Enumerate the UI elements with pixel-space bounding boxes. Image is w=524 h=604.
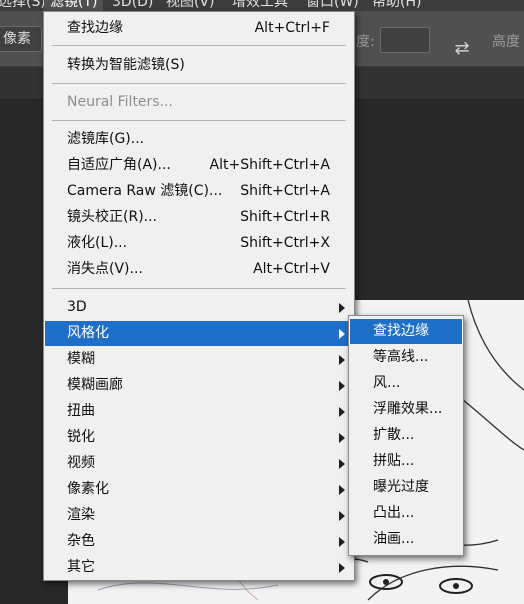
convert-smart-filter-label: 转换为智能滤镜(S) bbox=[67, 57, 185, 73]
submenu-video[interactable]: 视频 bbox=[45, 451, 353, 476]
menu-help[interactable]: 帮助(H) bbox=[366, 0, 427, 11]
stylize-find-edges[interactable]: 查找边缘 bbox=[350, 319, 462, 344]
stylize-contour-label: 等高线... bbox=[373, 349, 429, 365]
stylize-tiles[interactable]: 拼贴... bbox=[350, 449, 462, 474]
liquify-item[interactable]: 液化(L)... Shift+Ctrl+X bbox=[67, 231, 330, 256]
convert-smart-filter-item[interactable]: 转换为智能滤镜(S) bbox=[67, 53, 330, 78]
submenu-blur-gallery-label: 模糊画廊 bbox=[67, 377, 123, 393]
submenu-pixelate[interactable]: 像素化 bbox=[45, 477, 353, 502]
chevron-right-icon bbox=[339, 303, 345, 313]
menu-filter[interactable]: 滤镜(T) bbox=[44, 0, 104, 11]
filter-gallery-item[interactable]: 滤镜库(G)... bbox=[67, 127, 330, 152]
vanishing-point-item[interactable]: 消失点(V)... Alt+Ctrl+V bbox=[67, 257, 330, 282]
stylize-extrude-label: 凸出... bbox=[373, 505, 415, 521]
vanishing-point-label: 消失点(V)... bbox=[67, 261, 143, 277]
adaptive-wide-angle-item[interactable]: 自适应广角(A)... Alt+Shift+Ctrl+A bbox=[67, 153, 330, 178]
camera-raw-item[interactable]: Camera Raw 滤镜(C)... Shift+Ctrl+A bbox=[67, 179, 330, 204]
submenu-stylize-label: 风格化 bbox=[67, 325, 109, 341]
chevron-right-icon bbox=[339, 563, 345, 573]
submenu-3d[interactable]: 3D bbox=[45, 295, 353, 320]
submenu-stylize[interactable]: 风格化 bbox=[45, 321, 353, 346]
last-filter-shortcut: Alt+Ctrl+F bbox=[254, 20, 330, 36]
height-label: 高度 bbox=[492, 34, 520, 50]
submenu-sharpen[interactable]: 锐化 bbox=[45, 425, 353, 450]
menu-view[interactable]: 视图(V) bbox=[160, 0, 221, 11]
stylize-diffuse-label: 扩散... bbox=[373, 427, 415, 443]
lens-correction-item[interactable]: 镜头校正(R)... Shift+Ctrl+R bbox=[67, 205, 330, 230]
neural-filters-item: Neural Filters... bbox=[67, 90, 330, 115]
submenu-noise-label: 杂色 bbox=[67, 533, 95, 549]
submenu-other[interactable]: 其它 bbox=[45, 555, 353, 580]
stylize-submenu: 查找边缘 等高线... 风... 浮雕效果... 扩散... 拼贴... 曝光过… bbox=[348, 315, 464, 556]
menu-bar: 选择(S) 滤镜(T) 3D(D) 视图(V) 增效工具 窗口(W) 帮助(H) bbox=[0, 0, 524, 11]
submenu-pixelate-label: 像素化 bbox=[67, 481, 109, 497]
submenu-blur-label: 模糊 bbox=[67, 351, 95, 367]
filter-menu: 查找边缘 Alt+Ctrl+F 转换为智能滤镜(S) Neural Filter… bbox=[43, 11, 355, 581]
submenu-noise[interactable]: 杂色 bbox=[45, 529, 353, 554]
stylize-tiles-label: 拼贴... bbox=[373, 453, 415, 469]
lens-correction-shortcut: Shift+Ctrl+R bbox=[240, 209, 330, 225]
menu-window[interactable]: 窗口(W) bbox=[300, 0, 365, 11]
submenu-sharpen-label: 锐化 bbox=[67, 429, 95, 445]
adaptive-wide-angle-shortcut: Alt+Shift+Ctrl+A bbox=[209, 157, 330, 173]
menu-separator bbox=[52, 83, 346, 84]
chevron-right-icon bbox=[339, 355, 345, 365]
lens-correction-label: 镜头校正(R)... bbox=[67, 209, 158, 225]
submenu-video-label: 视频 bbox=[67, 455, 95, 471]
unit-select[interactable]: 像素 bbox=[0, 26, 42, 52]
submenu-blur[interactable]: 模糊 bbox=[45, 347, 353, 372]
stylize-wind[interactable]: 风... bbox=[350, 371, 462, 396]
camera-raw-label: Camera Raw 滤镜(C)... bbox=[67, 183, 223, 199]
stylize-emboss[interactable]: 浮雕效果... bbox=[350, 397, 462, 422]
last-filter-label: 查找边缘 bbox=[67, 20, 123, 36]
last-filter-item[interactable]: 查找边缘 Alt+Ctrl+F bbox=[67, 16, 330, 41]
stylize-contour[interactable]: 等高线... bbox=[350, 345, 462, 370]
chevron-right-icon bbox=[339, 459, 345, 469]
stylize-oil-paint[interactable]: 油画... bbox=[350, 527, 462, 552]
chevron-right-icon bbox=[339, 485, 345, 495]
chevron-right-icon bbox=[339, 407, 345, 417]
menu-3d[interactable]: 3D(D) bbox=[106, 0, 159, 11]
menu-separator bbox=[52, 288, 346, 289]
chevron-right-icon bbox=[339, 381, 345, 391]
submenu-distort[interactable]: 扭曲 bbox=[45, 399, 353, 424]
submenu-3d-label: 3D bbox=[67, 299, 87, 315]
stylize-emboss-label: 浮雕效果... bbox=[373, 401, 443, 417]
chevron-right-icon bbox=[339, 329, 345, 339]
swap-icon[interactable]: ⇄ bbox=[452, 38, 472, 60]
camera-raw-shortcut: Shift+Ctrl+A bbox=[240, 183, 330, 199]
submenu-render-label: 渲染 bbox=[67, 507, 95, 523]
chevron-right-icon bbox=[339, 511, 345, 521]
vanishing-point-shortcut: Alt+Ctrl+V bbox=[253, 261, 330, 277]
chevron-right-icon bbox=[339, 433, 345, 443]
menu-plugins[interactable]: 增效工具 bbox=[226, 0, 294, 11]
stylize-wind-label: 风... bbox=[373, 375, 401, 391]
neural-filters-label: Neural Filters... bbox=[67, 94, 173, 110]
liquify-label: 液化(L)... bbox=[67, 235, 128, 251]
stylize-diffuse[interactable]: 扩散... bbox=[350, 423, 462, 448]
submenu-distort-label: 扭曲 bbox=[67, 403, 95, 419]
submenu-blur-gallery[interactable]: 模糊画廊 bbox=[45, 373, 353, 398]
submenu-other-label: 其它 bbox=[67, 559, 95, 575]
chevron-right-icon bbox=[339, 537, 345, 547]
width-input[interactable] bbox=[380, 27, 430, 53]
menu-separator bbox=[52, 120, 346, 121]
stylize-oil-paint-label: 油画... bbox=[373, 531, 415, 547]
stylize-extrude[interactable]: 凸出... bbox=[350, 501, 462, 526]
stylize-solarize[interactable]: 曝光过度 bbox=[350, 475, 462, 500]
stylize-solarize-label: 曝光过度 bbox=[373, 479, 429, 495]
submenu-render[interactable]: 渲染 bbox=[45, 503, 353, 528]
opacity-label: 度: bbox=[356, 34, 375, 50]
liquify-shortcut: Shift+Ctrl+X bbox=[240, 235, 330, 251]
menu-separator bbox=[52, 45, 346, 46]
stylize-find-edges-label: 查找边缘 bbox=[373, 323, 429, 339]
adaptive-wide-angle-label: 自适应广角(A)... bbox=[67, 157, 171, 173]
filter-gallery-label: 滤镜库(G)... bbox=[67, 131, 145, 147]
